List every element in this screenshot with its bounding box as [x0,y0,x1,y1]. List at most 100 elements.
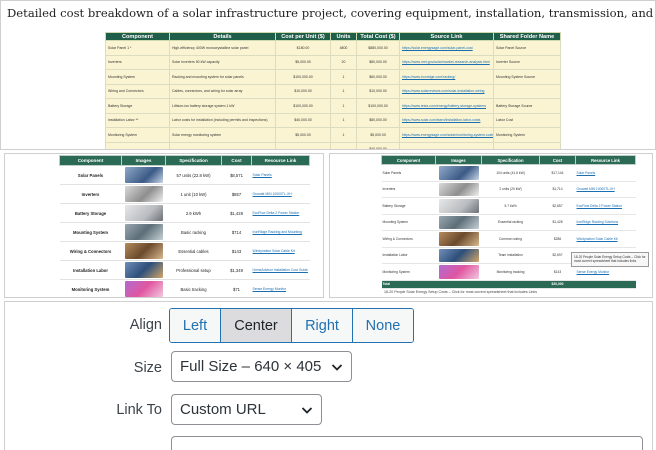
resource-link[interactable]: IronRidge Racking and Mounting [251,222,310,242]
chevron-down-icon [331,364,343,371]
align-none-button[interactable]: None [353,309,413,342]
table-header-row: Component Images Specification Cost Reso… [59,155,310,166]
resource-link[interactable]: EcoFlow Delta 2 Power Station [251,203,310,223]
resource-link[interactable]: Growatt MIN 10000TL-XH [251,184,310,204]
product-thumbnail [124,281,163,297]
cost-cell: $1,428 [221,203,252,223]
folder-cell: Monitoring System [493,127,561,143]
empty-cell [169,141,276,149]
table-row: Monitoring System Basic tracking $71 Sense … [59,279,310,297]
component-cell: Monitoring System [105,127,170,143]
product-thumbnail [438,182,479,196]
table-header-row: Component Images Specification Cost Reso… [381,155,636,165]
folder-cell: Solar Panel Source [493,40,561,56]
details-cell: Solar energy monitoring system [169,127,276,143]
empty-cell [493,141,561,149]
table-row: Solar Panels 104 units (41.6 kW) $17,144 So… [381,164,636,182]
resource-link[interactable]: Solar Panels [575,164,636,182]
header-cell: Images [435,155,482,165]
resource-link[interactable]: Windynation Solar Cable Kit [251,241,310,261]
image-cell [435,181,482,198]
resource-link[interactable]: HomeAdvisor Installation Cost Guide [251,260,310,280]
image-settings-panel: Align Left Center Right None Size Full S… [4,301,653,450]
total-cell: $10,000.00 [356,83,400,99]
component-cell: Wiring and Connectors [105,83,170,99]
total-cell: $880,000.00 [356,40,400,56]
cost-cell: $100,000.00 [275,69,331,85]
header-cell: Cost [221,155,252,166]
units-cell: 4800 [330,40,357,56]
header-cell: Component [59,155,122,166]
spec-cell: Monitoring tracking [481,263,540,281]
source-link[interactable]: https://www.nrel.gov/solar/market-resear… [399,54,494,70]
table-row: Wiring and Connectors Cables, connectors,… [105,83,561,99]
cost-cell: $714 [221,222,252,242]
product-thumbnail [438,215,479,229]
image-cell [121,184,166,204]
resource-link[interactable]: Windynation Solar Cable Kit [575,230,636,248]
resource-link[interactable]: EcoFlow Delta 2 Power Station [575,197,636,215]
table-header-row: Component Details Cost per Unit ($) Unit… [105,32,561,41]
product-thumbnail [124,167,163,183]
details-cell: Lithium-ion battery storage system 1 kW [169,98,276,114]
align-center-button[interactable]: Center [221,309,292,342]
align-right-button[interactable]: Right [292,309,353,342]
header-cell: Specification [165,155,222,166]
spec-cell: 57 units (22.8 kW) [165,165,222,185]
image-cell [435,214,482,231]
resource-link[interactable]: Growatt MIN 10000TL-XH [575,181,636,198]
total-cell: $100,000.00 [356,98,400,114]
component-cell: Wiring & Connectors [59,241,122,261]
align-left-button[interactable]: Left [170,309,221,342]
table-row: Wiring & Connectors Essential cables $143 W… [59,241,310,261]
component-cell: Mounting System [381,214,436,231]
link-to-label: Link To [116,402,162,418]
link-to-select-value: Custom URL [180,401,266,418]
resource-link[interactable]: Sense Energy Monitor [251,279,310,297]
total-row: Total $30,000 [381,280,636,289]
align-label: Align [129,317,162,333]
resource-link[interactable]: Solar Panels [251,165,310,185]
total-cell: $60,000.00 [356,69,400,85]
spec-cell: Team installation [481,247,540,264]
units-cell: 1 [330,69,357,85]
cost-cell: $857 [221,184,252,204]
component-cell: Inverters [105,54,170,70]
link-to-select[interactable]: Custom URL [171,394,322,425]
component-cell: Solar Panel 1 * [105,40,170,56]
header-cell: Details [169,32,276,41]
component-cell: Battery Storage [105,98,170,114]
details-cell: Cables, connectors, and wiring for solar… [169,83,276,99]
size-label: Size [133,360,162,376]
header-cell: Source Link [399,32,494,41]
image-cell [435,164,482,182]
units-cell: 1 [330,98,357,114]
spec-cell: 5.7 kWh [481,197,540,215]
product-thumbnail [438,248,479,262]
size-select-value: Full Size – 640 × 405 [180,358,322,375]
size-select[interactable]: Full Size – 640 × 405 [171,351,352,382]
header-cell: Specification [481,155,540,165]
product-thumbnail [124,262,163,278]
source-link[interactable]: https://solar.energysage.com/solar-panel… [399,40,494,56]
product-thumbnail [124,205,163,221]
caption-text: Detailed cost breakdown of a solar infra… [7,6,656,20]
folder-cell: Inverter Source [493,54,561,70]
component-cell: Mounting System [105,69,170,85]
source-link[interactable]: https://www.solar.com/learn/installation… [399,112,494,128]
component-cell: Installation Labor [381,247,436,264]
image-cell [121,279,166,297]
source-link[interactable]: https://www.ironridge.com/racking/ [399,69,494,85]
custom-url-input[interactable] [171,436,643,450]
image-cell [435,230,482,248]
source-link[interactable]: https://www.solarreviews.com/solar-insta… [399,83,494,99]
resource-link[interactable]: IronRidge Racking Solutions [575,214,636,231]
source-link[interactable]: https://www.tesla.com/energy/battery-sto… [399,98,494,114]
table-row: Inverters Solar Inverters 50 kW capacity $… [105,54,561,70]
cost-cell: $5,000.00 [275,127,331,143]
header-cell: Component [381,155,436,165]
product-thumbnail [124,224,163,240]
table-row: Inverters 2 units (20 kW) $1,714 Growatt MI… [381,181,636,198]
cost-cell: $180.00 [275,40,331,56]
source-link[interactable]: https://www.energysage.com/solar/monitor… [399,127,494,143]
